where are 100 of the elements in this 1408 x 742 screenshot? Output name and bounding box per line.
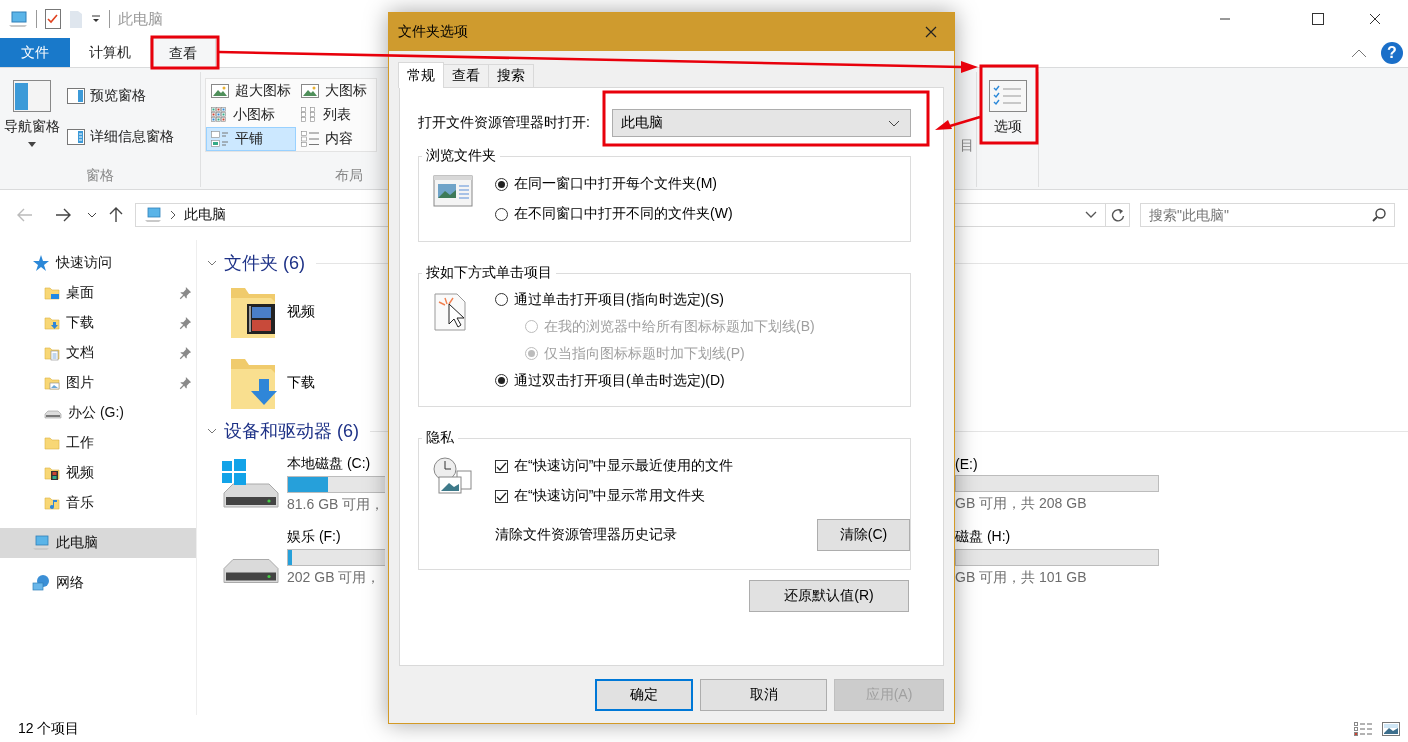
ribbon-button[interactable]: 详细信息窗格 [64,125,177,148]
computer-icon [143,207,162,223]
folder-icon [44,375,60,391]
section-header[interactable]: 设备和驱动器 (6) [224,419,359,443]
collapse-icon[interactable] [1351,47,1367,58]
nav-item[interactable]: 音乐 [0,488,196,518]
search-icon[interactable] [1372,208,1386,222]
checkbox[interactable] [495,489,508,503]
dialog-tab[interactable]: 搜索 [488,64,534,87]
annotation-arrow [935,115,981,130]
star-icon [32,254,50,272]
nav-item[interactable]: 快速访问 [0,248,196,278]
layout-option[interactable]: 大图标 [296,79,376,103]
ribbon-tab[interactable]: 文件 [0,38,70,67]
layout-option[interactable]: 小图标 [206,103,296,127]
layout-option[interactable]: 平铺 [206,127,296,151]
layout-option[interactable]: 列表 [296,103,376,127]
layout-option[interactable]: 内容 [296,127,376,151]
option-label[interactable]: 在“快速访问”中显示最近使用的文件 [514,457,734,475]
content-icon [301,131,319,147]
radio-button[interactable] [495,374,508,387]
group-label: 窗格 [85,166,115,185]
tiles-icon [211,131,229,147]
dialog-tab[interactable]: 常规 [398,62,444,88]
clear-button[interactable]: 清除(C) [817,519,910,551]
ribbon-button[interactable]: 预览窗格 [64,85,177,108]
breadcrumb-item[interactable]: 此电脑 [183,206,226,224]
pane-icon [67,88,85,105]
drive-name[interactable]: 娱乐 (F:) [287,528,385,546]
search-field[interactable]: 搜索"此电脑" [1140,203,1395,227]
ribbon-button[interactable]: 选项 [984,72,1031,187]
radio-button[interactable] [495,177,508,191]
drive-name[interactable]: 磁盘 (H:) [955,528,1159,546]
window-icon [433,175,473,207]
pin-icon[interactable] [178,376,192,390]
item-count: 12 个项目 [18,719,80,738]
folder-name[interactable]: 下载 [287,373,315,392]
nav-item[interactable]: 工作 [0,428,196,458]
folder-icon [44,465,60,481]
pin-icon[interactable] [178,286,192,300]
option-label[interactable]: 在同一窗口中打开每个文件夹(M) [514,175,717,193]
folder-icon [44,495,60,511]
dropdown-icon[interactable] [91,14,101,24]
dialog-button[interactable]: 确定 [595,679,693,711]
section-header[interactable]: 文件夹 (6) [224,251,305,275]
chevron-down-icon[interactable] [207,260,217,266]
forward-icon[interactable] [55,208,71,222]
dropdown-icon[interactable] [1085,211,1098,219]
action-label: 清除文件资源管理器历史记录 [495,526,677,544]
dialog-button[interactable]: 取消 [700,679,827,711]
chevron-down-icon [888,119,900,127]
clock-icon [433,457,473,495]
restore-defaults-button[interactable]: 还原默认值(R) [749,580,909,612]
dialog-title: 文件夹选项 [398,23,468,41]
nav-item[interactable]: 图片 [0,368,196,398]
drive-name[interactable]: 本地磁盘 (C:) [287,455,385,473]
drive-name[interactable]: (E:) [955,456,1159,472]
free-space: 81.6 GB 可用， [287,496,385,514]
nav-item[interactable]: 文档 [0,338,196,368]
refresh-button[interactable] [1106,203,1130,227]
folder-name[interactable]: 视频 [287,302,315,321]
folder-icon [44,435,60,451]
dropdown-icon[interactable] [87,212,97,218]
option-label[interactable]: 在“快速访问”中显示常用文件夹 [514,487,706,505]
checkbox[interactable] [495,459,508,473]
cursor-icon [433,292,469,332]
details-view-icon[interactable] [1354,721,1372,736]
radio-button[interactable] [495,207,508,221]
properties-icon[interactable] [45,9,61,29]
option-label[interactable]: 通过双击打开项目(单击时选定)(D) [514,371,725,390]
group-label: 布局 [333,166,364,185]
ribbon-tab[interactable]: 计算机 [70,38,150,67]
nav-item[interactable]: 办公 (G:) [0,398,196,428]
check-icon [496,490,507,502]
group-title: 隐私 [425,429,455,447]
ribbon-tab[interactable]: 查看 [150,38,216,68]
layout-option[interactable]: 超大图标 [206,79,296,103]
pin-icon[interactable] [178,316,192,330]
nav-item[interactable]: 下载 [0,308,196,338]
radio-button[interactable] [495,293,508,306]
up-arrow-icon[interactable] [109,207,123,223]
pin-icon[interactable] [178,346,192,360]
picture-icon [211,84,229,98]
folder-icon [44,285,60,301]
option-label[interactable]: 在不同窗口中打开不同的文件夹(W) [514,205,733,223]
drive-icon [222,557,280,584]
nav-item[interactable]: 视频 [0,458,196,488]
thumbnails-view-icon[interactable] [1382,721,1400,736]
list-icon [301,107,317,123]
nav-item[interactable]: 此电脑 [0,528,196,558]
computer-icon [8,10,28,28]
option-label[interactable]: 通过单击打开项目(指向时选定)(S) [514,290,724,309]
nav-item[interactable]: 桌面 [0,278,196,308]
ribbon-button[interactable]: 导航窗格 [0,72,64,165]
help-button[interactable]: ? [1381,41,1403,64]
dropdown-field[interactable]: 此电脑 [612,109,911,137]
refresh-icon [1110,208,1125,222]
nav-item[interactable]: 网络 [0,568,196,598]
chevron-down-icon[interactable] [207,428,217,434]
network-icon [32,574,50,592]
